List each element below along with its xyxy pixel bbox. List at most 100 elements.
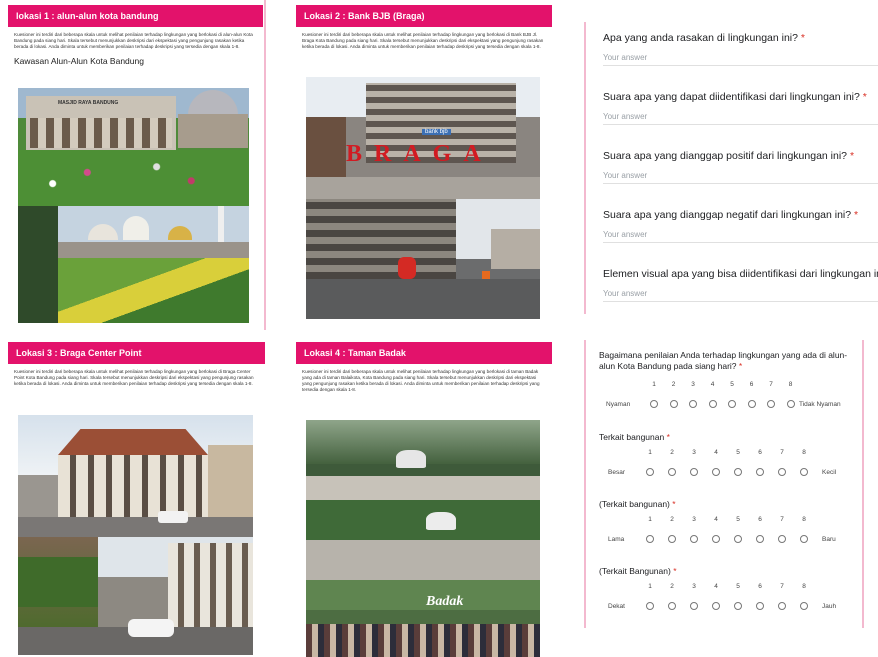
scale-building-age-radio-6[interactable] bbox=[756, 535, 764, 543]
scale-building-size-radio-7[interactable] bbox=[778, 468, 786, 476]
scale-comfort-number-8: 8 bbox=[788, 381, 793, 388]
scale-building-distance-number-6: 6 bbox=[758, 583, 762, 590]
question-2-answer-input[interactable]: Your answer bbox=[603, 112, 878, 125]
panel-4-description: Kuesioner ini terdiri dari beberapa skal… bbox=[302, 369, 540, 392]
question-2-text: Suara apa yang dapat diidentifikasi dari… bbox=[603, 91, 860, 103]
scale-comfort-number-6: 6 bbox=[749, 381, 754, 388]
scale-building-age-number-8: 8 bbox=[802, 516, 806, 523]
question-2: Suara apa yang dapat diidentifikasi dari… bbox=[603, 91, 878, 125]
scale-comfort-radio-7[interactable] bbox=[767, 400, 775, 408]
questions-divider bbox=[584, 22, 586, 314]
photo-braga-center-point bbox=[18, 415, 253, 537]
scale-comfort-radio-8[interactable] bbox=[786, 400, 795, 408]
question-4: Suara apa yang dianggap negatif dari lin… bbox=[603, 209, 878, 243]
scale-building-size-radio-3[interactable] bbox=[690, 468, 698, 476]
panel-1-subtitle: Kawasan Alun-Alun Kota Bandung bbox=[14, 56, 144, 66]
scale-building-distance-radio-4[interactable] bbox=[712, 602, 720, 610]
scale-building-distance-radio-2[interactable] bbox=[668, 602, 676, 610]
scale-building-size-radio-6[interactable] bbox=[756, 468, 764, 476]
required-mark: * bbox=[672, 499, 676, 509]
scale-building-distance-radio-3[interactable] bbox=[690, 602, 698, 610]
scale-building-distance-radio-5[interactable] bbox=[734, 602, 742, 610]
scale-building-age-radio-4[interactable] bbox=[712, 535, 720, 543]
scale-building-distance-number-7: 7 bbox=[780, 583, 784, 590]
scale-building-age-radio-7[interactable] bbox=[778, 535, 786, 543]
scale-building-age-radio-1[interactable] bbox=[646, 535, 654, 543]
scale-building-age-number-6: 6 bbox=[758, 516, 762, 523]
scale-building-age-right-label: Baru bbox=[822, 536, 836, 543]
scale-comfort-number-7: 7 bbox=[769, 381, 773, 388]
question-4-answer-input[interactable]: Your answer bbox=[603, 230, 878, 243]
panel-2-description: Kuesioner ini terdiri dari beberapa skal… bbox=[302, 32, 544, 49]
question-5-answer-input[interactable]: Your answer bbox=[603, 289, 878, 302]
scale-comfort-radio-3[interactable] bbox=[689, 400, 697, 408]
question-3-answer-input[interactable]: Your answer bbox=[603, 171, 878, 184]
scale-building-size-number-6: 6 bbox=[758, 449, 762, 456]
photo-taman-badak-bottom: Badak bbox=[306, 580, 540, 657]
scale-building-size-number-1: 1 bbox=[648, 449, 652, 456]
scale-building-age-radio-8[interactable] bbox=[800, 535, 808, 543]
scale-building-age-left-label: Lama bbox=[608, 536, 625, 543]
braga-letters: BRAGA bbox=[346, 141, 493, 167]
scale-building-size-radio-1[interactable] bbox=[646, 468, 654, 476]
scale-building-distance-number-2: 2 bbox=[670, 583, 674, 590]
badak-sign: Badak bbox=[426, 594, 464, 609]
scale-building-size-number-2: 2 bbox=[670, 449, 674, 456]
scale-building-distance-radio-8[interactable] bbox=[800, 602, 808, 610]
scale-building-age-radio-3[interactable] bbox=[690, 535, 698, 543]
location-panel-1: lokasi 1 : alun-alun kota bandung Kuesio… bbox=[8, 5, 263, 325]
scale-building-distance-number-3: 3 bbox=[692, 583, 696, 590]
scales-divider-right bbox=[862, 340, 864, 628]
scale-building-size-radio-2[interactable] bbox=[668, 468, 676, 476]
scale-building-distance: (Terkait Bangunan) * bbox=[599, 566, 859, 616]
scale-building-size-radio-8[interactable] bbox=[800, 468, 808, 476]
photo-taman-badak-middle bbox=[306, 500, 540, 580]
scale-building-size-radio-4[interactable] bbox=[712, 468, 720, 476]
scales-divider-left bbox=[584, 340, 586, 628]
scale-comfort-radio-6[interactable] bbox=[747, 400, 756, 408]
required-mark: * bbox=[862, 91, 867, 103]
scale-building-size-number-3: 3 bbox=[692, 449, 696, 456]
required-mark: * bbox=[800, 32, 805, 44]
scale-building-distance-right-label: Jauh bbox=[822, 603, 837, 610]
scale-comfort-number-2: 2 bbox=[671, 381, 676, 388]
scale-building-distance-number-5: 5 bbox=[736, 583, 740, 590]
scale-comfort-radio-2[interactable] bbox=[669, 400, 678, 408]
location-panel-2: Lokasi 2 : Bank BJB (Braga) Kuesioner in… bbox=[296, 5, 552, 325]
scale-building-size-radio-5[interactable] bbox=[734, 468, 742, 476]
required-mark: * bbox=[849, 150, 855, 162]
question-1: Apa yang anda rasakan di lingkungan ini?… bbox=[603, 32, 878, 66]
scale-building-distance-number-8: 8 bbox=[802, 583, 806, 590]
scale-comfort-number-3: 3 bbox=[691, 381, 695, 388]
scale-building-distance-radio-7[interactable] bbox=[778, 602, 786, 610]
question-5: Elemen visual apa yang bisa diidentifika… bbox=[603, 268, 878, 302]
panel-3-description: Kuesioner ini terdiri dari beberapa skal… bbox=[14, 369, 254, 386]
question-3-text: Suara apa yang dianggap positif dari lin… bbox=[603, 150, 848, 162]
scale-comfort-radio-1[interactable] bbox=[650, 400, 658, 408]
question-1-text: Apa yang anda rasakan di lingkungan ini? bbox=[603, 32, 798, 44]
scale-building-distance-radio-1[interactable] bbox=[646, 602, 654, 610]
scale-building-age-radio-5[interactable] bbox=[734, 535, 742, 543]
panel-2-header: Lokasi 2 : Bank BJB (Braga) bbox=[296, 5, 552, 27]
scale-comfort-radio-5[interactable] bbox=[728, 400, 736, 408]
panel-4-header: Lokasi 4 : Taman Badak bbox=[296, 342, 552, 364]
scale-building-distance-number-1: 1 bbox=[648, 583, 652, 590]
mosque-sign: MASJID RAYA BANDUNG bbox=[58, 100, 119, 106]
scale-building-age-number-7: 7 bbox=[780, 516, 784, 523]
scale-building-distance-radio-6[interactable] bbox=[756, 602, 764, 610]
required-mark: * bbox=[854, 209, 859, 221]
scale-building-age-number-2: 2 bbox=[670, 516, 674, 523]
panel-1-description: Kuesioner ini terdiri dari beberapa skal… bbox=[14, 32, 253, 49]
scale-building-distance-title: (Terkait Bangunan) bbox=[599, 566, 671, 576]
scale-building-size-number-5: 5 bbox=[736, 449, 740, 456]
scale-comfort-radio-4[interactable] bbox=[708, 400, 717, 408]
location-panel-4: Lokasi 4 : Taman Badak Kuesioner ini ter… bbox=[296, 342, 552, 657]
question-5-text: Elemen visual apa yang bisa diidentifika… bbox=[603, 268, 878, 280]
required-mark: * bbox=[738, 361, 743, 371]
photo-bank-bjb-braga: bank bjb BRAGA bbox=[306, 77, 540, 199]
scale-building-age-radio-2[interactable] bbox=[668, 535, 676, 543]
question-1-answer-input[interactable]: Your answer bbox=[603, 53, 878, 66]
location-panel-3: Lokasi 3 : Braga Center Point Kuesioner … bbox=[8, 342, 265, 657]
scale-building-size-title: Terkait bangunan bbox=[599, 432, 665, 442]
scale-building-size-left-label: Besar bbox=[608, 469, 625, 476]
